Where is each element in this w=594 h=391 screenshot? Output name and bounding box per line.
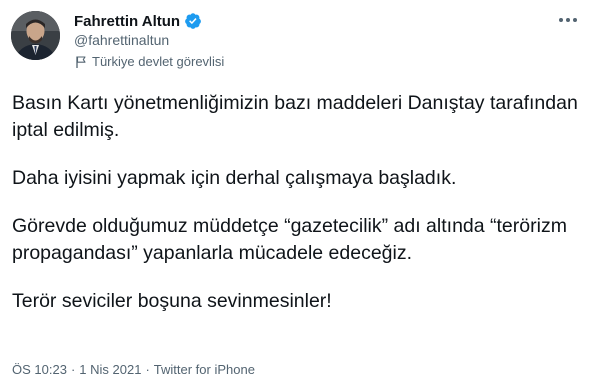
author-handle[interactable]: @fahrettinaltun xyxy=(74,32,169,48)
meta-separator: · xyxy=(145,362,150,377)
tweet-time[interactable]: ÖS 10:23 xyxy=(12,362,67,377)
meta-separator: · xyxy=(70,362,76,377)
more-dots-icon xyxy=(559,18,577,22)
tweet-source[interactable]: Twitter for iPhone xyxy=(154,362,255,377)
affiliation-text: Türkiye devlet görevlisi xyxy=(92,54,225,69)
tweet-paragraph: Terör seviciler boşuna sevinmesinler! xyxy=(12,290,332,312)
tweet-paragraph: Basın Kartı yönetmenliğimizin bazı madde… xyxy=(12,92,578,141)
flag-icon xyxy=(74,55,88,69)
affiliation-label: Türkiye devlet görevlisi xyxy=(74,54,224,69)
tweet-text: Basın Kartı yönetmenliğimizin bazı madde… xyxy=(12,90,587,315)
author-name-row: Fahrettin Altun xyxy=(74,12,202,30)
author-display-name[interactable]: Fahrettin Altun xyxy=(74,13,180,30)
tweet-date[interactable]: 1 Nis 2021 xyxy=(79,362,141,377)
more-options-button[interactable] xyxy=(556,10,580,30)
author-avatar[interactable] xyxy=(11,11,60,60)
tweet-paragraph: Daha iyisini yapmak için derhal çalışmay… xyxy=(12,167,457,189)
tweet-meta: ÖS 10:23 · 1 Nis 2021 · Twitter for iPho… xyxy=(12,362,255,377)
verified-badge-icon xyxy=(184,12,202,30)
tweet: Fahrettin Altun @fahrettinaltun Türkiye … xyxy=(0,0,594,391)
tweet-paragraph: Görevde olduğumuz müddetçe “gazetecilik”… xyxy=(12,215,567,264)
